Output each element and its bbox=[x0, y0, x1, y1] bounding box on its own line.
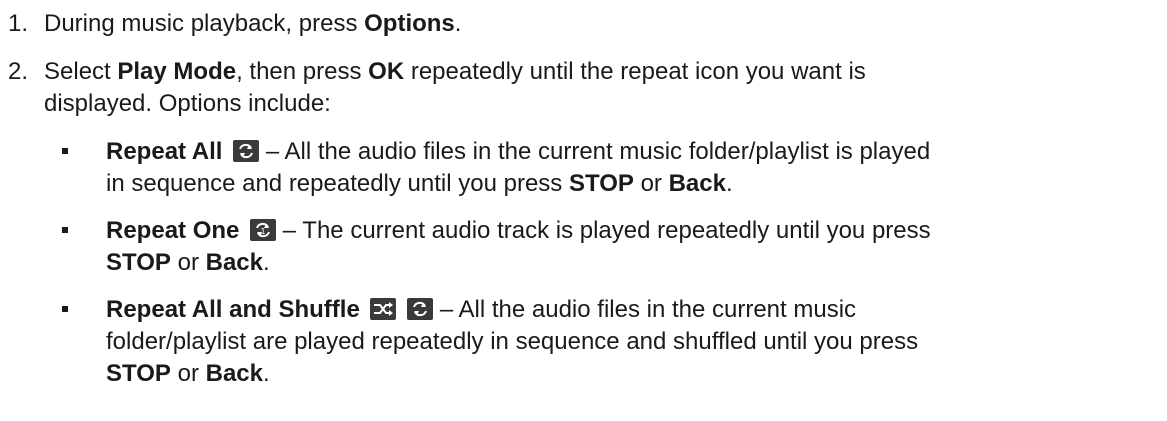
repeat-one-icon: 1 bbox=[250, 219, 277, 241]
step-number: 2. bbox=[8, 58, 29, 85]
stop-keyword: STOP bbox=[106, 249, 171, 276]
svg-text:1: 1 bbox=[261, 227, 266, 236]
back-keyword: Back bbox=[205, 249, 263, 276]
manual-page: 1. During music playback, press Options.… bbox=[0, 0, 1167, 421]
option-title: Repeat One bbox=[106, 217, 240, 244]
back-keyword: Back bbox=[668, 170, 726, 197]
option-title: Repeat All bbox=[106, 138, 223, 165]
step-number: 1. bbox=[8, 10, 29, 37]
option-title: Repeat All and Shuffle bbox=[106, 296, 360, 323]
repeat-all-icon bbox=[233, 140, 260, 162]
back-keyword: Back bbox=[205, 360, 263, 387]
repeat-all-icon bbox=[407, 298, 434, 320]
stop-keyword: STOP bbox=[106, 360, 171, 387]
bullet-marker bbox=[62, 306, 68, 312]
options-keyword: Options bbox=[364, 10, 455, 37]
ok-keyword: OK bbox=[368, 58, 405, 85]
stop-keyword: STOP bbox=[568, 170, 634, 197]
bullet-marker bbox=[62, 227, 68, 233]
bullet-marker bbox=[62, 148, 68, 154]
step-text: Select Play Mode, then press OK repeated… bbox=[44, 58, 866, 117]
shuffle-icon bbox=[370, 298, 397, 320]
play-mode-keyword: Play Mode bbox=[117, 58, 237, 85]
step-text: During music playback, press Options. bbox=[44, 10, 462, 37]
